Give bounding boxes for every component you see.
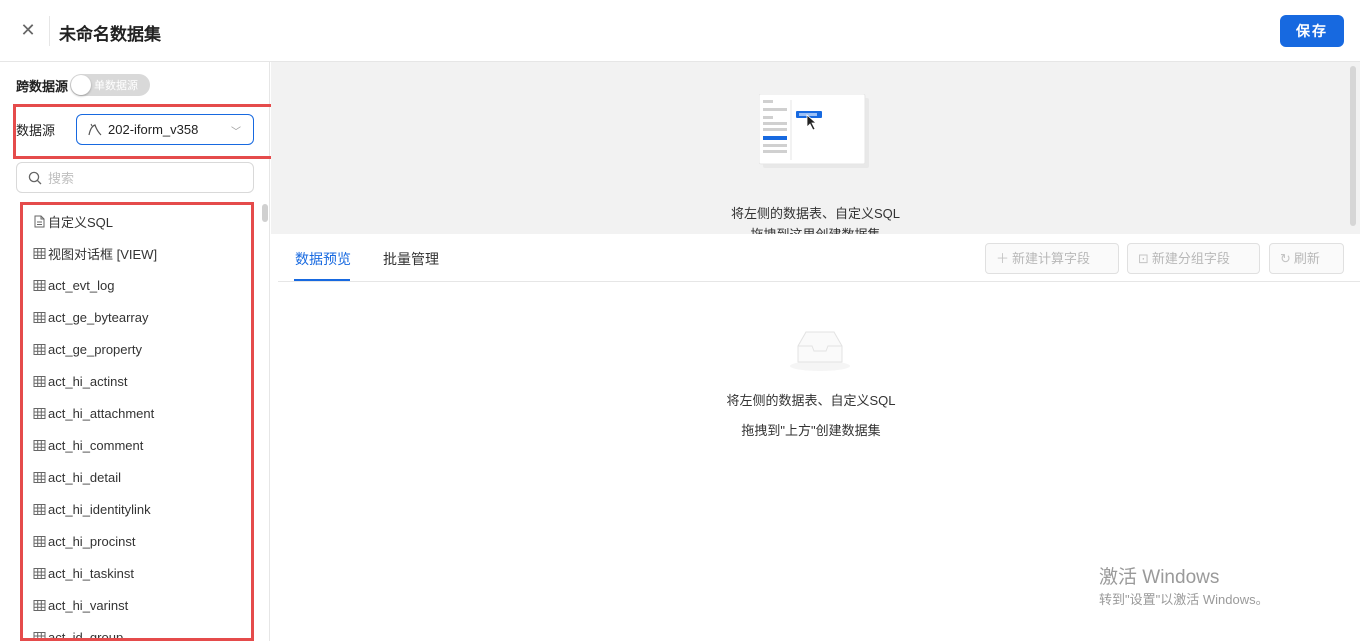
- empty-inbox-icon: [790, 331, 850, 371]
- table-icon: [33, 535, 46, 547]
- new-group-field-label: 新建分组字段: [1151, 251, 1230, 266]
- search-box: [16, 162, 254, 193]
- list-item[interactable]: act_id_group: [23, 621, 251, 641]
- new-calc-field-label: 新建计算字段: [1012, 251, 1091, 266]
- tab-bar: 数据预览 批量管理 ＋新建计算字段 ⊡ 新建分组字段 ↻ 刷新: [278, 234, 1360, 282]
- list-item[interactable]: act_evt_log: [23, 269, 251, 301]
- table-icon: [33, 375, 46, 387]
- search-icon: [28, 171, 42, 185]
- chevron-down-icon: ﹀: [231, 127, 241, 138]
- toggle-knob: [71, 75, 92, 95]
- list-item-label: act_hi_actinst: [48, 373, 128, 389]
- top-bar: ✕ 未命名数据集 保存: [0, 0, 1360, 62]
- toggle-text: 单数据源: [94, 80, 139, 92]
- list-item-label: 自定义SQL: [48, 214, 114, 230]
- canvas-scrollbar[interactable]: [1350, 66, 1356, 226]
- empty-hint-line1: 将左侧的数据表、自定义SQL: [726, 393, 896, 408]
- table-icon: [33, 439, 46, 451]
- list-item[interactable]: act_hi_identitylink: [23, 493, 251, 525]
- list-item[interactable]: act_ge_property: [23, 333, 251, 365]
- list-item[interactable]: act_hi_actinst: [23, 365, 251, 397]
- activation-watermark-title: 激活 Windows: [1099, 567, 1220, 588]
- sql-file-icon: [34, 215, 45, 227]
- group-field-icon: ⊡: [1138, 251, 1149, 266]
- list-item-label: act_ge_property: [48, 341, 142, 357]
- new-group-field-button[interactable]: ⊡ 新建分组字段: [1127, 243, 1260, 274]
- table-icon: [33, 311, 46, 323]
- refresh-button[interactable]: ↻ 刷新: [1269, 243, 1344, 274]
- refresh-label: 刷新: [1293, 251, 1320, 266]
- mysql-icon: [88, 123, 102, 136]
- table-icon: [33, 503, 46, 515]
- list-item[interactable]: act_hi_varinst: [23, 589, 251, 621]
- table-icon: [33, 631, 46, 638]
- list-item-label: act_ge_bytearray: [48, 309, 149, 325]
- cross-source-label: 跨数据源: [16, 78, 69, 94]
- close-icon[interactable]: ✕: [18, 20, 38, 40]
- list-item-label: act_hi_procinst: [48, 533, 136, 549]
- divider: [49, 16, 50, 46]
- table-list: 自定义SQL 视图对话框 [VIEW] act_evt_log act_ge_byte…: [20, 202, 254, 641]
- list-item-label: act_id_group: [48, 629, 124, 641]
- table-icon: [33, 247, 46, 259]
- tab-batch-manage[interactable]: 批量管理: [383, 249, 439, 269]
- plus-icon: ＋: [996, 251, 1010, 266]
- list-item[interactable]: act_hi_attachment: [23, 397, 251, 429]
- tab-data-preview[interactable]: 数据预览: [295, 249, 351, 269]
- datasource-select[interactable]: 202-iform_v358 ﹀: [76, 114, 254, 145]
- sidebar: 跨数据源 单数据源 数据源 202-iform_v358 ﹀ 自定义SQL 视图对…: [0, 62, 278, 641]
- list-item-label: act_hi_detail: [48, 469, 121, 485]
- list-item-label: act_hi_taskinst: [48, 565, 134, 581]
- datasource-value: 202-iform_v358: [108, 122, 199, 137]
- list-item[interactable]: 视图对话框 [VIEW]: [23, 237, 251, 269]
- search-input[interactable]: [48, 169, 243, 187]
- table-icon: [33, 279, 46, 291]
- list-item[interactable]: act_ge_bytearray: [23, 301, 251, 333]
- list-item-label: act_hi_varinst: [48, 597, 129, 613]
- table-icon: [33, 471, 46, 483]
- table-icon: [33, 343, 46, 355]
- table-icon: [33, 599, 46, 611]
- list-item[interactable]: act_hi_procinst: [23, 525, 251, 557]
- single-source-toggle[interactable]: 单数据源: [70, 74, 151, 96]
- page-title: 未命名数据集: [59, 25, 161, 44]
- active-tab-indicator: [294, 279, 350, 281]
- datasource-label: 数据源: [16, 123, 56, 138]
- drag-illustration: [759, 94, 869, 168]
- drop-canvas[interactable]: 将左侧的数据表、自定义SQL 拖拽到这里创建数据集: [271, 62, 1360, 234]
- empty-hint-line2: 拖拽到"上方"创建数据集: [741, 423, 881, 438]
- list-item-label: act_hi_comment: [48, 437, 144, 453]
- cross-source-row: 跨数据源 单数据源: [16, 74, 151, 96]
- sidebar-scrollbar[interactable]: [262, 204, 268, 222]
- save-button[interactable]: 保存: [1280, 15, 1344, 47]
- new-calc-field-button[interactable]: ＋新建计算字段: [985, 243, 1119, 274]
- table-icon: [33, 407, 46, 419]
- list-item-label: act_hi_identitylink: [48, 501, 151, 517]
- list-item[interactable]: act_hi_taskinst: [23, 557, 251, 589]
- list-item[interactable]: act_hi_detail: [23, 461, 251, 493]
- refresh-icon: ↻: [1280, 251, 1291, 266]
- list-item[interactable]: 自定义SQL: [23, 205, 251, 237]
- activation-watermark-subtitle: 转到"设置"以激活 Windows。: [1099, 592, 1269, 607]
- list-item[interactable]: act_hi_comment: [23, 429, 251, 461]
- canvas-hint-line2: 拖拽到这里创建数据集: [271, 224, 1360, 234]
- canvas-hint-line1: 将左侧的数据表、自定义SQL: [730, 206, 900, 221]
- list-item-label: 视图对话框 [VIEW]: [48, 246, 158, 262]
- list-item-label: act_evt_log: [48, 277, 115, 293]
- list-item-label: act_hi_attachment: [48, 405, 155, 421]
- table-icon: [33, 567, 46, 579]
